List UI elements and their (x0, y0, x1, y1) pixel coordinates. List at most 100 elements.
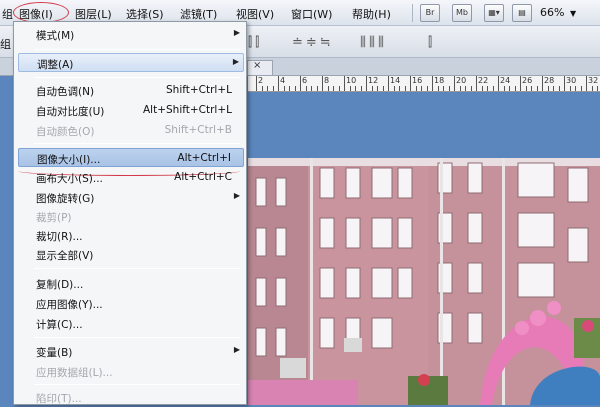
ruler-tick (498, 76, 499, 91)
ruler-tick (569, 86, 571, 91)
menu-item-select[interactable]: 选择(S) (126, 6, 164, 22)
ruler-tick (421, 86, 422, 91)
ruler-tick (344, 76, 345, 91)
menu-item-apply-image[interactable]: 应用图像(Y)... (18, 294, 244, 313)
menu-item-duplicate[interactable]: 复制(D)... (18, 274, 244, 293)
menu-item-variables[interactable]: 变量(B) ▶ (18, 342, 244, 361)
menu-item-auto-tone[interactable]: 自动色调(N) Shift+Ctrl+L (18, 81, 244, 100)
menu-separator (34, 268, 240, 269)
menu-item-calculations[interactable]: 计算(C)... (18, 314, 244, 333)
ruler-label: 4 (280, 76, 286, 85)
menu-item-trim[interactable]: 裁切(R)... (18, 226, 244, 245)
menu-item-view[interactable]: 视图(V) (236, 6, 274, 22)
ruler-label: 14 (390, 76, 401, 85)
menu-separator (34, 337, 240, 338)
ruler-tick (393, 86, 395, 91)
document-tab[interactable]: × (247, 60, 273, 75)
ruler-tick (520, 76, 521, 91)
ruler-tick (465, 86, 466, 91)
menu-separator (34, 49, 240, 50)
zoom-dropdown-icon[interactable]: ▼ (570, 9, 576, 18)
ruler-label: 6 (302, 76, 308, 85)
ruler-tick (443, 86, 444, 91)
submenu-arrow-icon: ▶ (232, 57, 239, 66)
distribute-horizontal-icons[interactable]: ⫼⫼⫼ (360, 35, 387, 50)
menu-item-layer[interactable]: 图层(L) (75, 6, 112, 22)
arrange-button[interactable]: ▤ (512, 4, 532, 22)
canvas-photo (248, 158, 600, 405)
ruler-tick (476, 76, 477, 91)
ruler-tick (366, 76, 367, 91)
ruler-tick (371, 86, 373, 91)
ruler-label: 2 (258, 76, 264, 85)
ruler-tick (536, 86, 538, 91)
ruler-tick (415, 86, 417, 91)
menu-item-left-clip[interactable]: 组 (2, 6, 13, 22)
menu-item-auto-color: 自动颜色(O) Shift+Ctrl+B (36, 124, 232, 138)
auto-align-icon[interactable]: ⫿ (428, 35, 435, 50)
mini-bridge-button[interactable]: Mb (452, 4, 472, 22)
ruler-tick (377, 86, 378, 91)
ruler-tick (454, 76, 455, 91)
ruler-tick (503, 86, 505, 91)
horizontal-ruler: 2 4 6 8 10 12 14 16 18 20 22 24 26 28 30 32 (248, 76, 600, 92)
ruler-label: 32 (588, 76, 599, 85)
bridge-button[interactable]: Br (420, 4, 440, 22)
ruler-tick (410, 76, 411, 91)
ruler-tick (591, 86, 593, 91)
menu-item-reveal-all[interactable]: 显示全部(V) (18, 245, 244, 264)
menu-item-adjustments[interactable]: 调整(A) ▶ (18, 53, 244, 72)
view-extras-button[interactable]: ▦▾ (484, 4, 504, 22)
zoom-level[interactable]: 66% (540, 6, 564, 19)
ruler-tick (355, 86, 356, 91)
menu-item-image-rotation[interactable]: 图像旋转(G) ▶ (18, 188, 244, 207)
ruler-tick (256, 76, 257, 91)
ruler-tick (267, 86, 268, 91)
ruler-label: 10 (346, 76, 357, 85)
ruler-tick (261, 86, 263, 91)
submenu-arrow-icon: ▶ (233, 345, 240, 354)
ruler-tick (388, 76, 389, 91)
shortcut-label: Alt+Ctrl+I (177, 152, 231, 164)
menu-item-image-size[interactable]: 图像大小(I)... Alt+Ctrl+I (18, 148, 244, 167)
distribute-vertical-icons[interactable]: ≐≑≒ (292, 35, 334, 50)
menu-item-mode[interactable]: 模式(M) ▶ (18, 25, 244, 44)
menu-item-window[interactable]: 窗口(W) (291, 6, 332, 22)
ruler-tick (305, 86, 307, 91)
ruler-tick (586, 76, 587, 91)
menu-item-auto-contrast[interactable]: 自动对比度(U) Alt+Shift+Ctrl+L (18, 101, 244, 120)
ruler-tick (432, 76, 433, 91)
ruler-tick (311, 86, 312, 91)
ruler-label: 18 (434, 76, 445, 85)
ruler-tick (289, 86, 290, 91)
ruler-label: 28 (544, 76, 555, 85)
ruler-tick (514, 86, 516, 91)
ruler-label: 30 (566, 76, 577, 85)
image-menu-dropdown: 模式(M) ▶ 调整(A) ▶ 自动色调(N) Shift+Ctrl+L 自动对… (13, 21, 247, 405)
ruler-tick (327, 86, 329, 91)
ruler-tick (338, 86, 340, 91)
ruler-label: 26 (522, 76, 533, 85)
ruler-label: 8 (324, 76, 330, 85)
menu-item-filter[interactable]: 滤镜(T) (180, 6, 217, 22)
shortcut-label: Alt+Shift+Ctrl+L (142, 104, 232, 116)
menubar-separator (412, 4, 413, 22)
ruler-tick (272, 86, 274, 91)
ruler-tick (542, 76, 543, 91)
ruler-tick (580, 86, 582, 91)
ruler-tick (349, 86, 351, 91)
ruler-tick (531, 86, 532, 91)
ruler-tick (597, 86, 598, 91)
submenu-arrow-icon: ▶ (233, 28, 240, 37)
ruler-tick (322, 76, 323, 91)
shortcut-label: Shift+Ctrl+L (166, 84, 232, 96)
close-icon[interactable]: × (253, 60, 261, 71)
menu-item-canvas-size[interactable]: 画布大小(S)... Alt+Ctrl+C (18, 168, 244, 187)
menu-item-help[interactable]: 帮助(H) (352, 6, 391, 22)
ruler-label: 20 (456, 76, 467, 85)
align-icons[interactable]: ⫿⫿ (248, 35, 262, 50)
ruler-label: 22 (478, 76, 489, 85)
menu-separator (34, 384, 240, 385)
ruler-tick (283, 86, 285, 91)
ruler-tick (547, 86, 549, 91)
